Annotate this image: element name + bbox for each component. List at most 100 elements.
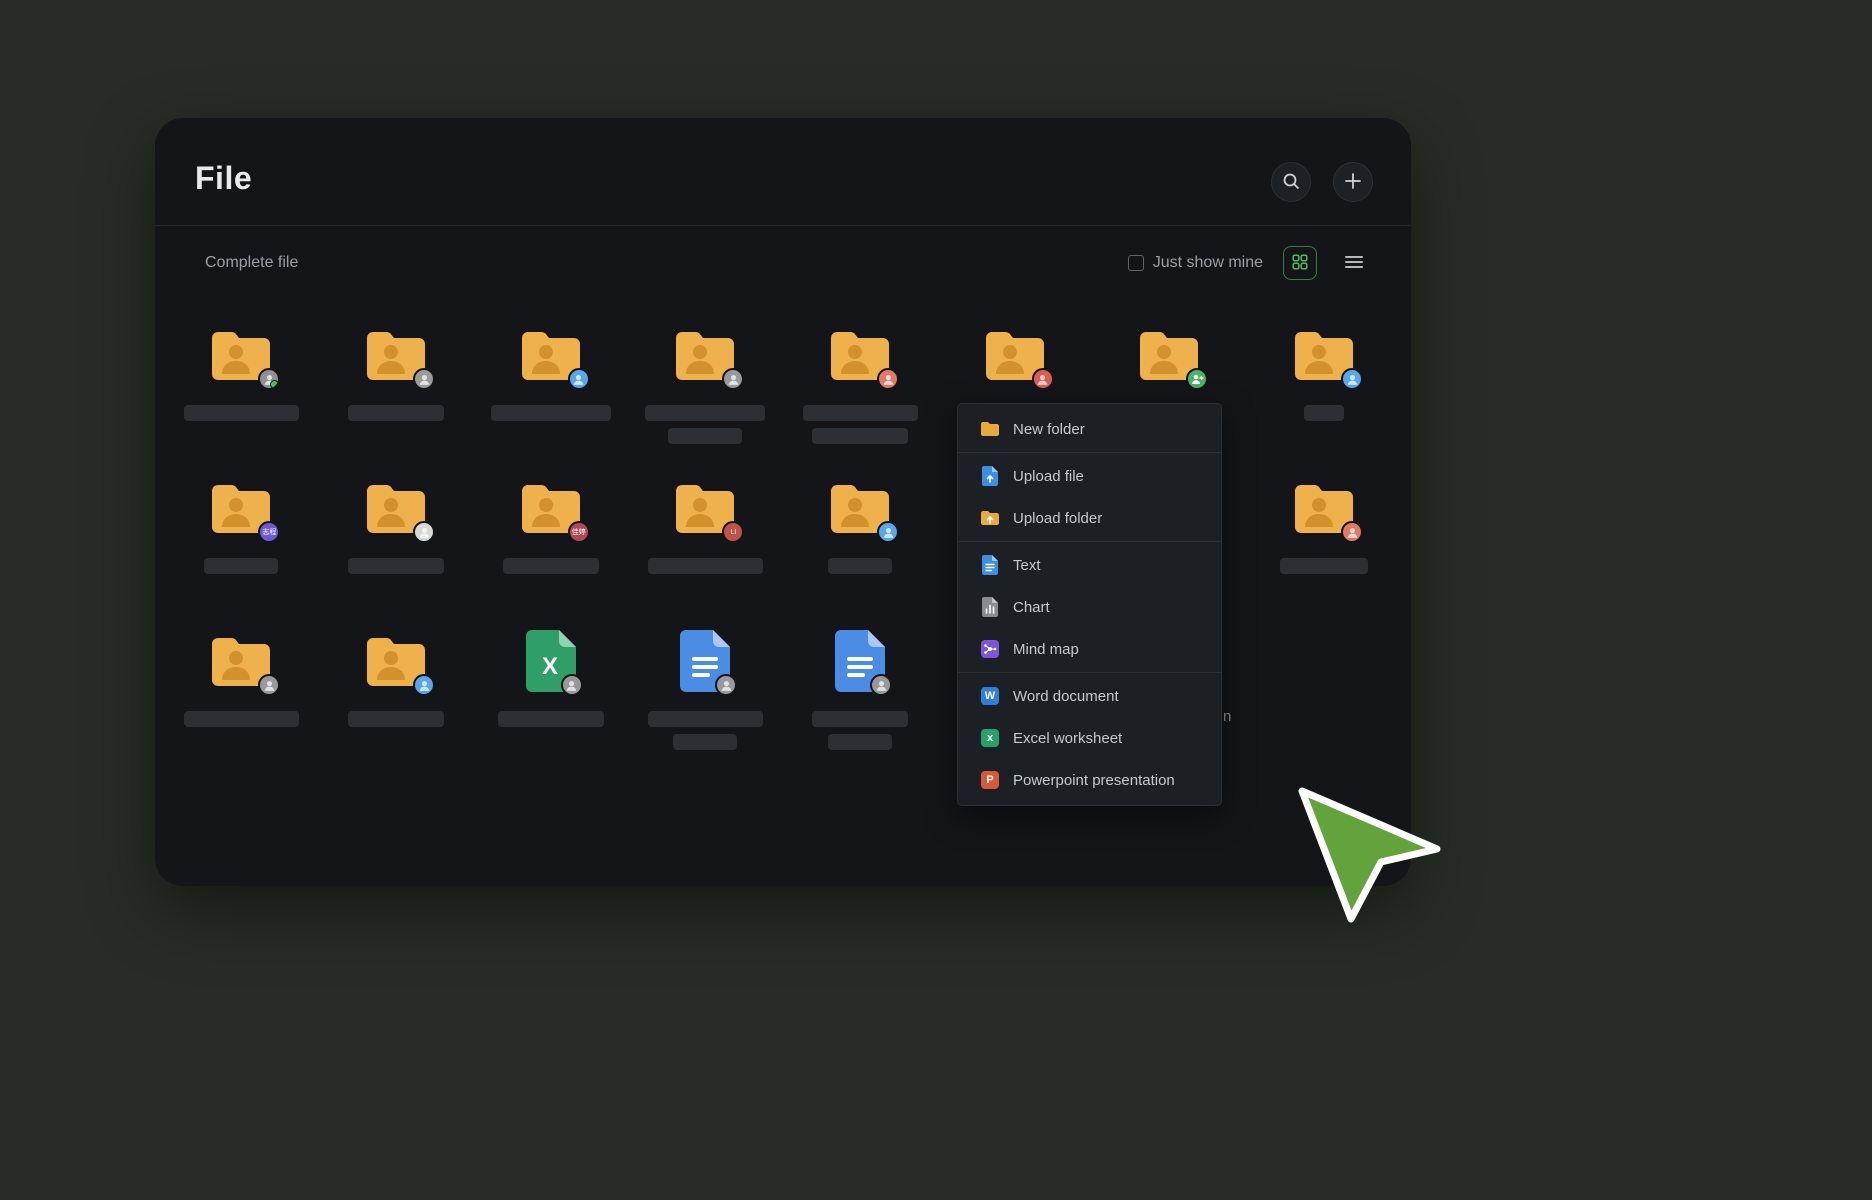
- folder-item[interactable]: 佳婷: [473, 476, 628, 629]
- chart-file-icon: [980, 597, 1000, 617]
- redacted-file-name: [812, 711, 908, 727]
- folder-item[interactable]: [783, 476, 938, 629]
- folder-icon: [828, 476, 892, 540]
- menu-item-label: Text: [1013, 557, 1041, 574]
- avatar-badge: [561, 674, 583, 696]
- folder-item[interactable]: [783, 323, 938, 476]
- menu-separator: [958, 672, 1221, 673]
- menu-item-label: Mind map: [1013, 641, 1079, 658]
- menu-item-upload-file[interactable]: Upload file: [958, 455, 1221, 497]
- avatar-badge: [1341, 521, 1363, 543]
- search-button[interactable]: [1271, 162, 1311, 202]
- avatar-badge: LI: [722, 521, 744, 543]
- avatar-badge: [877, 521, 899, 543]
- redacted-file-name: [648, 711, 763, 727]
- folder-icon: LI: [673, 476, 737, 540]
- avatar-badge: [1032, 368, 1054, 390]
- excel-icon: x: [980, 728, 1000, 748]
- folder-icon: [828, 323, 892, 387]
- folder-item[interactable]: [319, 476, 474, 629]
- word-icon: W: [980, 686, 1000, 706]
- status-dot: [270, 380, 279, 389]
- avatar-badge: 佳婷: [568, 521, 590, 543]
- folder-icon: 志程: [209, 476, 273, 540]
- redacted-file-name: [648, 558, 763, 574]
- header-actions: [1271, 162, 1373, 202]
- page-title: File: [195, 160, 252, 197]
- redacted-file-name: [1280, 558, 1368, 574]
- just-show-mine-label: Just show mine: [1153, 254, 1263, 272]
- menu-item-chart[interactable]: Chart: [958, 586, 1221, 628]
- folder-item[interactable]: [164, 323, 319, 476]
- folder-item[interactable]: [1247, 323, 1402, 476]
- just-show-mine-toggle[interactable]: Just show mine: [1128, 254, 1263, 272]
- folder-item[interactable]: [628, 323, 783, 476]
- redacted-file-name: [184, 405, 299, 421]
- file-manager-window: File Complete file Just show mine: [155, 118, 1411, 886]
- doc-icon: [835, 629, 885, 693]
- redacted-file-name: [491, 405, 611, 421]
- menu-item-excel-worksheet[interactable]: xExcel worksheet: [958, 717, 1221, 759]
- menu-item-upload-folder[interactable]: Upload folder: [958, 497, 1221, 539]
- avatar-badge: [1186, 368, 1208, 390]
- menu-item-label: Upload file: [1013, 468, 1084, 485]
- folder-icon: [519, 323, 583, 387]
- folder-item[interactable]: LI: [628, 476, 783, 629]
- just-show-mine-checkbox[interactable]: [1128, 255, 1144, 271]
- redacted-file-name: [812, 428, 908, 444]
- mindmap-icon: [980, 639, 1000, 659]
- redacted-file-name: [503, 558, 599, 574]
- menu-item-label: Chart: [1013, 599, 1050, 616]
- redacted-file-name: [348, 558, 444, 574]
- redacted-file-name: [184, 711, 299, 727]
- grid-view-button[interactable]: [1283, 246, 1317, 280]
- plus-icon: [1345, 173, 1361, 192]
- file-item[interactable]: X: [473, 629, 628, 782]
- redacted-file-name: [348, 711, 444, 727]
- folder-item[interactable]: [319, 323, 474, 476]
- avatar-badge: [413, 521, 435, 543]
- folder-icon: [983, 323, 1047, 387]
- redacted-file-name: [348, 405, 444, 421]
- folder-item[interactable]: [473, 323, 628, 476]
- redacted-file-name: [1304, 405, 1344, 421]
- menu-item-word-document[interactable]: WWord document: [958, 675, 1221, 717]
- redacted-file-name: [828, 558, 892, 574]
- menu-item-mind-map[interactable]: Mind map: [958, 628, 1221, 670]
- folder-icon: [364, 476, 428, 540]
- folder-icon: [1292, 476, 1356, 540]
- menu-item-powerpoint-presentation[interactable]: PPowerpoint presentation: [958, 759, 1221, 801]
- folder-item[interactable]: [319, 629, 474, 782]
- upload-folder-icon: [980, 508, 1000, 528]
- avatar-badge: [413, 368, 435, 390]
- menu-item-new-folder[interactable]: New folder: [958, 408, 1221, 450]
- file-item[interactable]: [628, 629, 783, 782]
- folder-item[interactable]: [1247, 476, 1402, 629]
- list-view-button[interactable]: [1337, 246, 1371, 280]
- folder-icon: [673, 323, 737, 387]
- folder-item[interactable]: 志程: [164, 476, 319, 629]
- redacted-file-name: [498, 711, 604, 727]
- folder-item[interactable]: [164, 629, 319, 782]
- folder-icon: [1137, 323, 1201, 387]
- powerpoint-icon: P: [980, 770, 1000, 790]
- header-divider: [155, 225, 1411, 226]
- avatar-badge: [258, 368, 280, 390]
- redacted-file-name: [204, 558, 278, 574]
- redacted-file-name: [645, 405, 765, 421]
- excel-icon: X: [526, 629, 576, 693]
- menu-item-text[interactable]: Text: [958, 544, 1221, 586]
- section-label: Complete file: [205, 254, 298, 272]
- redacted-file-name: [803, 405, 918, 421]
- add-button[interactable]: [1333, 162, 1373, 202]
- doc-icon: [680, 629, 730, 693]
- avatar-badge: [870, 674, 892, 696]
- svg-text:X: X: [542, 653, 558, 680]
- file-item[interactable]: [783, 629, 938, 782]
- search-icon: [1282, 172, 1300, 193]
- menu-separator: [958, 541, 1221, 542]
- new-folder-icon: [980, 419, 1000, 439]
- menu-separator: [958, 452, 1221, 453]
- avatar-badge: [413, 674, 435, 696]
- text-file-icon: [980, 555, 1000, 575]
